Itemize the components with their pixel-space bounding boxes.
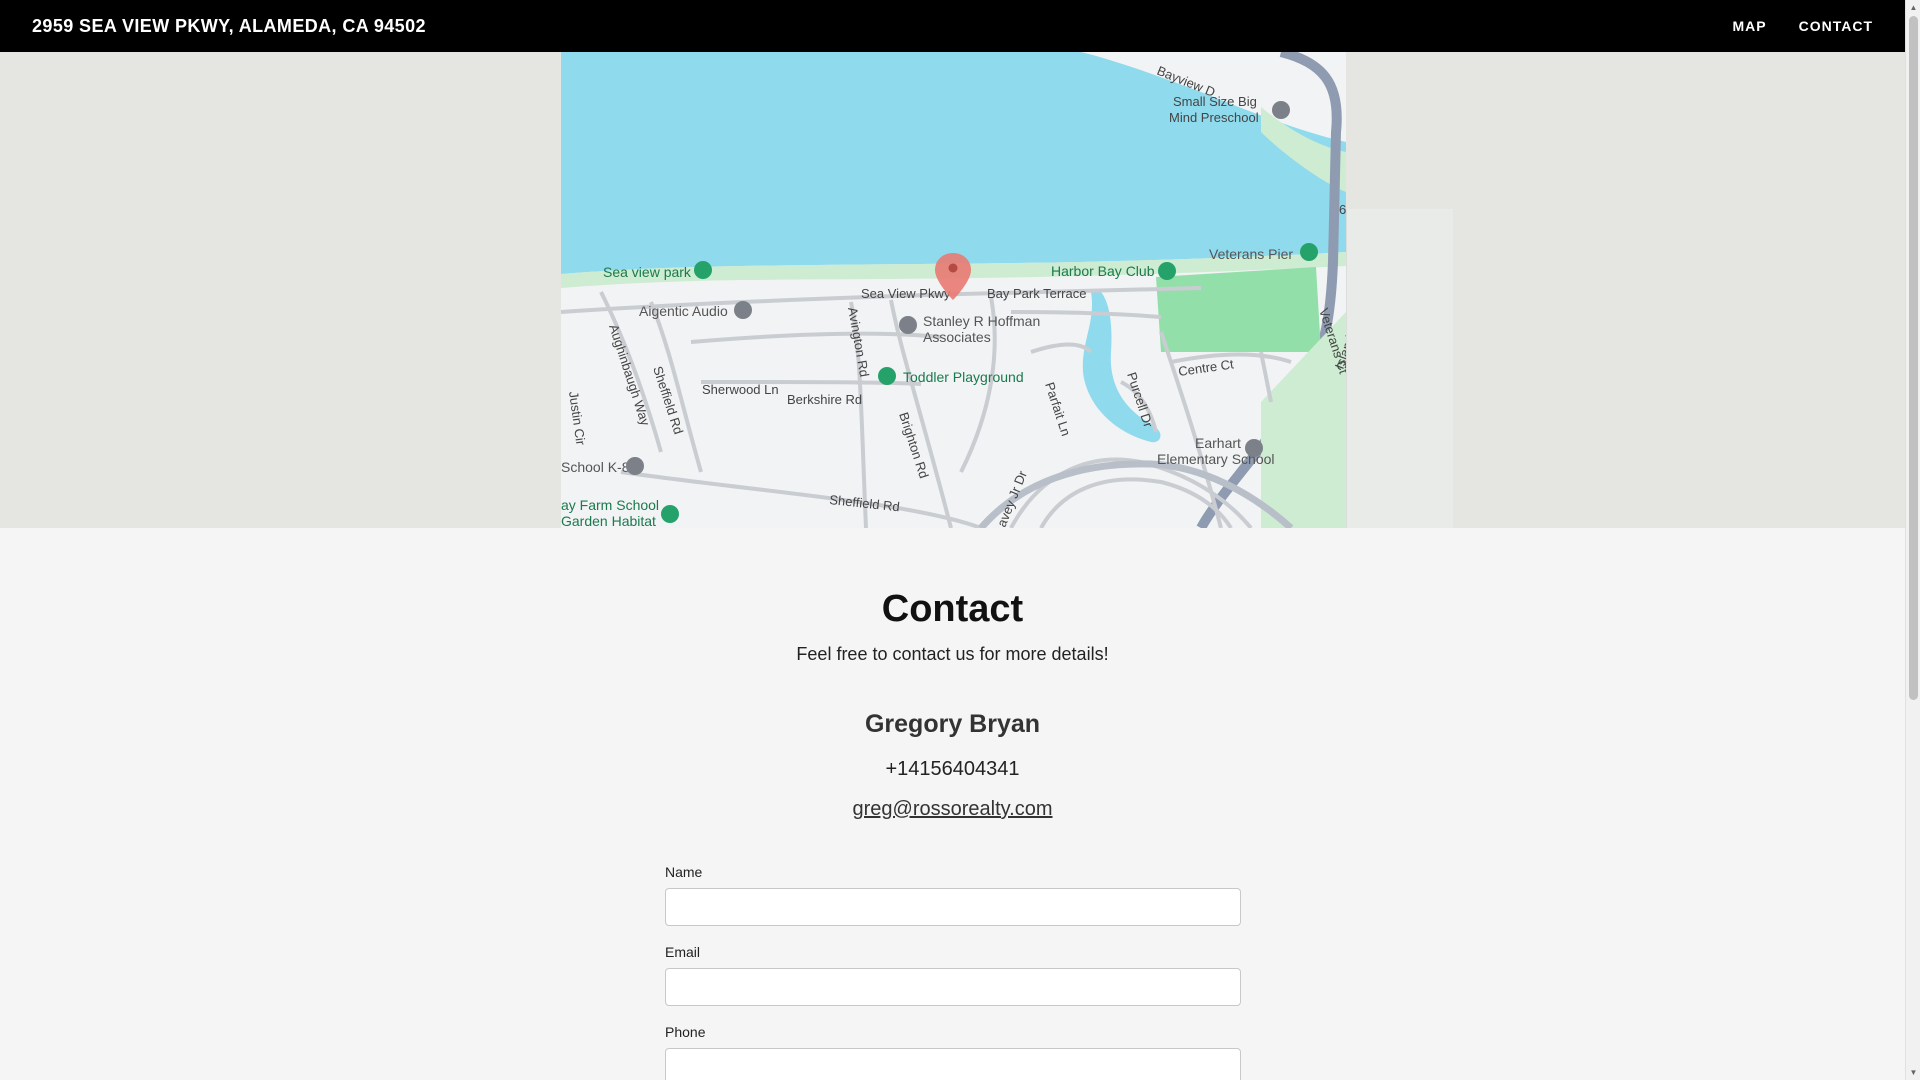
school-pin-icon[interactable] <box>1272 101 1290 119</box>
contact-subtitle: Feel free to contact us for more details… <box>796 644 1109 664</box>
phone-field-group: Phone <box>665 1024 1241 1080</box>
agent-phone: +14156404341 <box>885 758 1020 780</box>
site-header: 2959 SEA VIEW PKWY, ALAMEDA, CA 94502 MA… <box>0 0 1905 52</box>
k8-school-pin-icon[interactable] <box>626 457 644 475</box>
contact-form: Name Email Phone <box>665 864 1241 1080</box>
main-nav: MAP CONTACT <box>1732 18 1873 34</box>
name-field-group: Name <box>665 864 1241 926</box>
map-label-hoffman-2: Associates <box>923 329 991 345</box>
contact-title: Contact <box>881 588 1024 630</box>
phone-label: Phone <box>665 1024 706 1040</box>
business-pin-icon[interactable] <box>734 301 752 319</box>
map-view[interactable]: Bayview D Small Size Big Mind Preschool … <box>561 52 1346 528</box>
pier-pin-icon[interactable] <box>1300 243 1318 261</box>
phone-input[interactable] <box>665 1048 1241 1080</box>
nav-link-contact[interactable]: CONTACT <box>1799 18 1873 34</box>
scroll-down-arrow-icon[interactable]: ▼ <box>1906 1065 1920 1080</box>
agent-email-link[interactable]: greg@rossorealty.com <box>853 798 1053 820</box>
map-label-earhart-1: Earhart <box>1195 435 1241 451</box>
agent-name: Gregory Bryan <box>864 710 1041 738</box>
name-input[interactable] <box>665 888 1241 926</box>
map-label-school-k8: School K-8 <box>561 459 630 475</box>
map-golf-park <box>1156 267 1321 352</box>
playground-pin-icon[interactable] <box>878 367 896 385</box>
page-scrollbar[interactable]: ▲ ▼ <box>1905 0 1920 1080</box>
page: 2959 SEA VIEW PKWY, ALAMEDA, CA 94502 MA… <box>0 0 1905 1080</box>
name-label: Name <box>665 864 703 880</box>
map-label-sea-view-park: Sea view park <box>603 264 692 280</box>
map-tile-partial <box>1346 209 1453 528</box>
map-label-aigentic-audio: Aigentic Audio <box>639 303 728 319</box>
map-label-sherwood-ln: Sherwood Ln <box>702 382 779 397</box>
nav-link-map[interactable]: MAP <box>1732 18 1766 34</box>
office-pin-icon[interactable] <box>899 316 917 334</box>
email-label: Email <box>665 944 701 960</box>
map-label-harbor-bay-club: Harbor Bay Club <box>1051 263 1155 279</box>
map-route-61-a: 61 <box>1339 202 1346 217</box>
map-label-sea-view-pkwy: Sea View Pkwy <box>861 286 951 301</box>
map-label-bay-park-terrace: Bay Park Terrace <box>987 286 1086 301</box>
garden-pin-icon[interactable] <box>661 505 679 523</box>
email-field-group: Email <box>665 944 1241 1006</box>
map-label-preschool-2: Mind Preschool <box>1169 110 1259 125</box>
map-label-berkshire-rd: Berkshire Rd <box>787 392 862 407</box>
site-title: 2959 SEA VIEW PKWY, ALAMEDA, CA 94502 <box>32 15 426 36</box>
scroll-up-arrow-icon[interactable]: ▲ <box>1906 0 1920 15</box>
map-label-bay-farm-2: Garden Habitat <box>561 513 656 528</box>
map-label-bay-farm-1: ay Farm School <box>561 497 659 513</box>
map-label-veterans-pier: Veterans Pier <box>1209 246 1293 262</box>
map-label-preschool-1: Small Size Big <box>1173 94 1257 109</box>
map-section[interactable]: Bayview D Small Size Big Mind Preschool … <box>0 52 1905 528</box>
email-input[interactable] <box>665 968 1241 1006</box>
agent-email-wrapper: greg@rossorealty.com <box>0 798 1905 821</box>
park-pin-icon[interactable] <box>694 261 712 279</box>
club-pin-icon[interactable] <box>1158 262 1176 280</box>
map-label-hoffman-1: Stanley R Hoffman <box>923 313 1040 329</box>
scroll-thumb[interactable] <box>1909 16 1918 700</box>
contact-section: Contact Feel free to contact us for more… <box>0 528 1905 1080</box>
elementary-school-pin-icon[interactable] <box>1245 439 1263 457</box>
map-label-toddler-playground: Toddler Playground <box>903 369 1024 385</box>
map-canvas[interactable]: Bayview D Small Size Big Mind Preschool … <box>561 52 1346 528</box>
